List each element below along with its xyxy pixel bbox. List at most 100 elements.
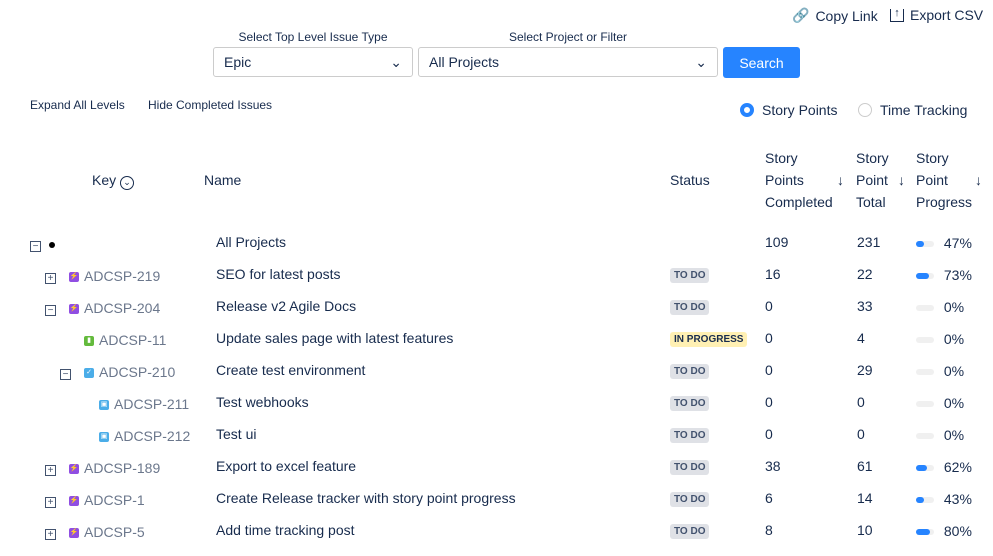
points-completed: 0 [765,426,773,442]
header-line: Completed [765,194,833,210]
radio-selected-icon [740,103,754,117]
header-line: Story [856,150,889,166]
header-line: Progress [916,194,973,210]
sort-down-icon[interactable]: ↓ [975,169,982,191]
sort-down-icon[interactable]: ↓ [837,169,844,191]
status-badge: TO DO [670,492,710,507]
table-row[interactable]: + ⚡ ADCSP-1 Create Release tracker with sto… [0,490,993,524]
table-row[interactable]: − ✓ ADCSP-210 Create test environment TO DO 0… [0,362,993,396]
issue-key-link[interactable]: ADCSP-212 [114,428,190,444]
epic-type-icon: ⚡ [69,496,79,506]
progress-bar [916,337,934,344]
issue-name: Add time tracking post [216,522,355,538]
points-completed: 0 [765,394,773,410]
progress-label: 0% [943,427,965,443]
radio-label: Story Points [762,102,838,118]
issue-key-link[interactable]: ADCSP-219 [84,268,160,284]
progress-label: 62% [943,459,972,475]
header-line: Point [856,172,888,188]
issue-key-link[interactable]: ADCSP-11 [99,332,166,348]
issue-name: Create Release tracker with story point … [216,490,516,506]
hide-completed-button[interactable]: Hide Completed Issues [148,98,272,112]
table-row[interactable]: + ⚡ ADCSP-219 SEO for latest posts TO DO 16 22… [0,266,993,300]
collapse-toggle-icon[interactable]: − [45,305,56,316]
issue-type-value: Epic [224,54,252,70]
points-total: 0 [857,394,865,410]
points-total: 4 [857,330,865,346]
root-dot-icon [49,242,55,248]
progress-bar [916,497,934,504]
column-completed[interactable]: Story Points Completed [765,147,833,213]
issue-key-link[interactable]: ADCSP-211 [114,396,189,412]
collapse-toggle-icon[interactable]: − [30,241,41,252]
sort-down-icon[interactable]: ↓ [898,169,905,191]
chevron-down-icon: ⌄ [390,53,402,70]
subtask-type-icon: ▣ [99,400,109,410]
table-row[interactable]: ▣ ADCSP-211 Test webhooks TO DO 0 0 0% [0,394,993,428]
table-row[interactable]: − ⚡ ADCSP-204 Release v2 Agile Docs TO DO 0 33… [0,298,993,332]
progress-label: 0% [943,395,965,411]
progress-bar [916,273,934,280]
progress-label: 0% [943,299,965,315]
status-badge: TO DO [670,524,710,539]
points-total: 61 [857,458,873,474]
issue-name: Export to excel feature [216,458,357,474]
header-line: Story [916,150,949,166]
expand-toggle-icon[interactable]: + [45,497,56,508]
points-total: 33 [857,298,873,314]
issue-key-link[interactable]: ADCSP-5 [84,524,145,540]
header-line: Story [765,150,798,166]
expand-toggle-icon[interactable]: + [45,465,56,476]
copy-link-button[interactable]: 🔗 Copy Link [792,7,878,24]
header-line: Point [916,172,948,188]
table-row[interactable]: − All Projects 109 231 47% [0,234,993,268]
progress-fill [916,465,928,472]
column-key[interactable]: Key ⌄ [92,169,135,191]
issue-key-link[interactable]: ADCSP-189 [84,460,160,476]
table-row[interactable]: + ⚡ ADCSP-189 Export to excel feature TO DO 3… [0,458,993,492]
progress-bar [916,305,934,312]
column-progress[interactable]: Story Point Progress [916,147,972,213]
points-completed: 0 [765,298,773,314]
column-name: Name [204,172,242,188]
chevron-down-icon: ⌄ [695,53,707,70]
table-row[interactable]: ▮ ADCSP-11 Update sales page with latest f… [0,330,993,364]
issue-name: Test webhooks [216,394,309,410]
expand-toggle-icon[interactable]: + [45,529,56,540]
points-completed: 38 [765,458,781,474]
project-label: Select Project or Filter [508,30,628,44]
column-status: Status [670,172,710,188]
task-type-icon: ✓ [84,368,94,378]
search-button[interactable]: Search [723,47,800,78]
progress-bar [916,433,934,440]
project-select[interactable]: All Projects ⌄ [418,47,718,77]
export-csv-button[interactable]: ↑ Export CSV [890,7,983,23]
issue-type-label: Select Top Level Issue Type [238,30,388,44]
expand-all-button[interactable]: Expand All Levels [30,98,125,112]
progress-label: 80% [943,523,972,539]
points-completed: 109 [765,234,789,250]
expand-toggle-icon[interactable]: + [45,273,56,284]
progress-label: 0% [943,331,965,347]
table-row[interactable]: ▣ ADCSP-212 Test ui TO DO 0 0 0% [0,426,993,460]
radio-story-points[interactable]: Story Points [740,102,837,118]
issue-name: Release v2 Agile Docs [216,298,357,314]
collapse-toggle-icon[interactable]: − [60,369,71,380]
issue-name: All Projects [216,234,287,250]
progress-fill [916,241,925,248]
points-completed: 0 [765,362,773,378]
radio-time-tracking[interactable]: Time Tracking [858,102,967,118]
issue-key-link[interactable]: ADCSP-1 [84,492,145,508]
issue-type-select[interactable]: Epic ⌄ [213,47,413,77]
progress-fill [916,273,930,280]
link-icon: 🔗 [792,7,810,23]
progress-bar [916,401,934,408]
issue-key-link[interactable]: ADCSP-204 [84,300,160,316]
status-badge: TO DO [670,460,710,475]
table-row[interactable]: + ⚡ ADCSP-5 Add time tracking post TO DO 8 10 … [0,522,993,556]
column-total[interactable]: Story Point Total [856,147,889,213]
issue-key-link[interactable]: ADCSP-210 [99,364,175,380]
progress-bar [916,465,934,472]
points-total: 0 [857,426,865,442]
progress-label: 0% [943,363,965,379]
